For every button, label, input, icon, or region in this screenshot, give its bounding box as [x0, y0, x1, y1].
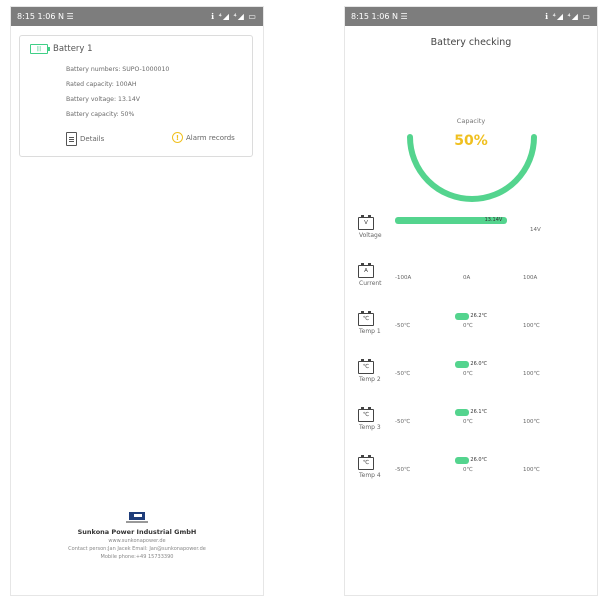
sensor-label: Temp 1 [359, 328, 381, 335]
battery-numbers: Battery numbers: SUPO-1000010 [66, 66, 170, 73]
battery-list-screen: 8:15 1:06 N ☰ ℹ ⁴◢ ⁴◢ ▭ ||| Battery 1 Ba… [10, 6, 264, 596]
alert-icon: ! [172, 132, 183, 143]
scale-tick: -50℃ [395, 419, 411, 425]
scale-tick: 0A [463, 275, 471, 281]
details-button[interactable]: Details [66, 132, 104, 146]
scale-tick: 0℃ [463, 323, 473, 329]
details-label: Details [80, 135, 105, 143]
company-phone: Mobile phone:+49 15733390 [100, 554, 174, 560]
scale-tick: 0℃ [463, 419, 473, 425]
scale-tick: -100A [395, 275, 412, 281]
sensor-bar [395, 265, 515, 272]
sensor-label: Temp 4 [359, 472, 381, 479]
card-actions: Details ! Alarm records [20, 132, 252, 148]
page-title: Battery checking [430, 37, 512, 48]
scale-tick: 100℃ [523, 419, 540, 425]
battery-voltage: Battery voltage: 13.14V [66, 96, 140, 103]
scale-tick: 100℃ [523, 371, 540, 377]
sensor-value: 26.2℃ [470, 313, 488, 319]
sensor-bar: 26.2℃ [395, 313, 515, 320]
sensor-label: Temp 2 [359, 376, 381, 383]
capacity-value: 50% [454, 133, 488, 149]
status-time: 8:15 1:06 N ☰ [351, 12, 408, 21]
document-icon [66, 132, 77, 146]
status-bar: 8:15 1:06 N ☰ ℹ ⁴◢ ⁴◢ ▭ [11, 7, 263, 26]
scale-tick: 100A [523, 275, 538, 281]
sensor-label: Current [359, 280, 382, 287]
temperature-icon: ℃ [358, 407, 374, 422]
sensor-value: 13.14V [484, 217, 503, 223]
capacity-label: Capacity [456, 117, 486, 125]
voltage-icon: V [358, 215, 374, 230]
company-contact: Contact person:Jan Jacek Email: Jan@sunk… [68, 546, 206, 552]
battery-checking-screen: 8:15 1:06 N ☰ ℹ ⁴◢ ⁴◢ ▭ Battery checking… [344, 6, 598, 596]
company-name: Sunkona Power Industrial GmbH [77, 528, 197, 536]
sensor-value: 26.0℃ [470, 361, 488, 367]
scale-tick: -50℃ [395, 323, 411, 329]
sensor-bar-fill [455, 409, 470, 416]
status-icons: ℹ ⁴◢ ⁴◢ ▭ [545, 12, 591, 21]
alarm-records-button[interactable]: ! Alarm records [172, 132, 235, 143]
temperature-icon: ℃ [358, 455, 374, 470]
battery-card-header: ||| Battery 1 [30, 44, 93, 54]
sensor-label: Voltage [359, 232, 382, 239]
scale-tick: 100℃ [523, 323, 540, 329]
sensor-row-temp-2: ℃ Temp 2 26.0℃ -50℃ 0℃ 100℃ [345, 359, 597, 395]
company-logo [126, 512, 148, 526]
company-website[interactable]: www.sunkonapower.de [11, 538, 263, 544]
sensor-row-temp-3: ℃ Temp 3 26.1℃ -50℃ 0℃ 100℃ [345, 407, 597, 443]
sensor-value: 26.0℃ [470, 457, 488, 463]
battery-title: Battery 1 [53, 44, 93, 54]
sensor-bar: 26.1℃ [395, 409, 515, 416]
capacity-gauge [407, 134, 537, 202]
sensor-bar: 13.14V [395, 217, 515, 224]
temperature-icon: ℃ [358, 311, 374, 326]
scale-tick: -50℃ [395, 371, 411, 377]
scale-tick: 14V [530, 227, 541, 233]
sensor-bar-fill [455, 313, 470, 320]
sensor-row-temp-4: ℃ Temp 4 26.0℃ -50℃ 0℃ 100℃ [345, 455, 597, 491]
scale-tick: 0℃ [463, 371, 473, 377]
scale-tick: -50℃ [395, 467, 411, 473]
sensor-row-temp-1: ℃ Temp 1 26.2℃ -50℃ 0℃ 100℃ [345, 311, 597, 347]
scale-tick: 100℃ [523, 467, 540, 473]
company-footer: Sunkona Power Industrial GmbH www.sunkon… [11, 512, 263, 560]
scale-tick: 0℃ [463, 467, 473, 473]
status-bar: 8:15 1:06 N ☰ ℹ ⁴◢ ⁴◢ ▭ [345, 7, 597, 26]
battery-icon: ||| [30, 44, 50, 54]
sensor-bar-fill [455, 361, 470, 368]
sensor-bar: 26.0℃ [395, 457, 515, 464]
status-icons: ℹ ⁴◢ ⁴◢ ▭ [211, 12, 257, 21]
current-icon: A [358, 263, 374, 278]
temperature-icon: ℃ [358, 359, 374, 374]
sensor-value: 26.1℃ [470, 409, 488, 415]
alarm-records-label: Alarm records [186, 133, 235, 142]
status-time: 8:15 1:06 N ☰ [17, 12, 74, 21]
sensor-row-current: A Current -100A 0A 100A [345, 263, 597, 299]
battery-card[interactable]: ||| Battery 1 Battery numbers: SUPO-1000… [19, 35, 253, 157]
sensor-bar-fill [455, 457, 470, 464]
sensor-row-voltage: V Voltage 13.14V 14V [345, 215, 597, 251]
battery-capacity: Battery capacity: 50% [66, 111, 135, 118]
sensor-label: Temp 3 [359, 424, 381, 431]
sensor-bar: 26.0℃ [395, 361, 515, 368]
rated-capacity: Rated capacity: 100AH [66, 81, 137, 88]
